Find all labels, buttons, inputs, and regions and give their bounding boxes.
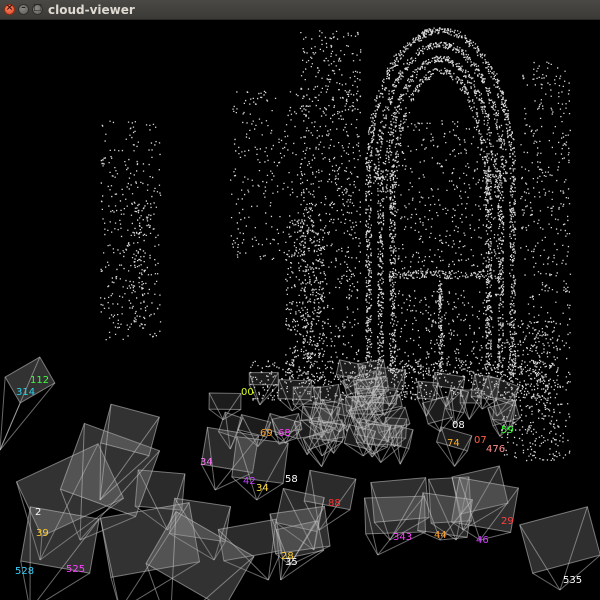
camera-label: 2 [35,507,41,518]
point-cloud-canvas[interactable]: 314 112 00 69 68 34 42 34 58 88 08 74 07… [0,20,600,600]
camera-label: 112 [30,375,49,386]
camera-label: 42 [243,476,256,487]
minimize-icon: – [21,3,26,13]
camera-label: 35 [285,557,298,568]
camera-label: 69 [260,428,273,439]
camera-label: 34 [256,483,269,494]
maximize-window-button[interactable]: □ [32,3,43,15]
camera-label: 68 [278,428,291,439]
window-title: cloud-viewer [48,3,135,17]
close-icon: × [5,3,14,13]
camera-label: 29 [501,516,514,527]
camera-label: 39 [36,528,49,539]
point-cloud-viewport[interactable]: 314 112 00 69 68 34 42 34 58 88 08 74 07… [0,20,600,600]
camera-label: 46 [476,535,489,546]
camera-label: 343 [393,532,412,543]
minimize-window-button[interactable]: – [18,3,29,15]
window-titlebar[interactable]: × – □ cloud-viewer [0,0,600,20]
camera-frustums [0,356,600,600]
camera-label: 44 [434,530,447,541]
camera-label: 314 [16,387,35,398]
camera-label: 88 [328,498,341,509]
camera-label: 07 [474,435,487,446]
camera-label: 535 [563,575,582,586]
camera-label: 59 [501,425,514,436]
camera-label: 34 [200,457,213,468]
camera-label: 00 [241,387,254,398]
camera-label: 525 [66,564,85,575]
camera-label: 476 [486,444,505,455]
maximize-icon: □ [33,3,42,13]
close-window-button[interactable]: × [4,3,15,15]
camera-label: 528 [15,566,34,577]
camera-label: 58 [285,474,298,485]
camera-label: 74 [447,438,460,449]
camera-label: 08 [452,420,465,431]
